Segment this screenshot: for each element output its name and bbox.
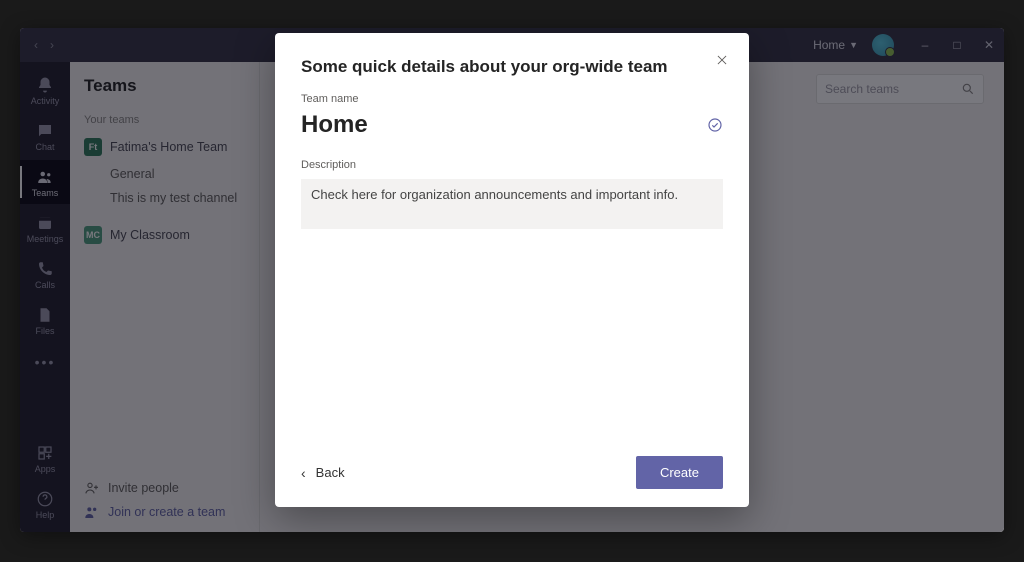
description-label: Description — [301, 159, 723, 171]
close-modal-button[interactable] — [715, 53, 729, 67]
close-icon — [715, 53, 729, 67]
desktop-frame: ‹ › Home ▼ – □ ✕ — [0, 0, 1024, 562]
modal-title: Some quick details about your org-wide t… — [301, 57, 723, 77]
description-input[interactable] — [301, 179, 723, 229]
team-name-value[interactable]: Home — [301, 111, 368, 139]
create-button[interactable]: Create — [636, 456, 723, 489]
team-name-label: Team name — [301, 93, 723, 105]
chevron-left-icon: ‹ — [301, 465, 306, 481]
teams-app-window: ‹ › Home ▼ – □ ✕ — [20, 28, 1004, 532]
back-button[interactable]: ‹ Back — [301, 465, 345, 481]
back-label: Back — [316, 465, 345, 480]
create-team-modal: Some quick details about your org-wide t… — [275, 33, 749, 507]
name-available-icon — [707, 117, 723, 133]
